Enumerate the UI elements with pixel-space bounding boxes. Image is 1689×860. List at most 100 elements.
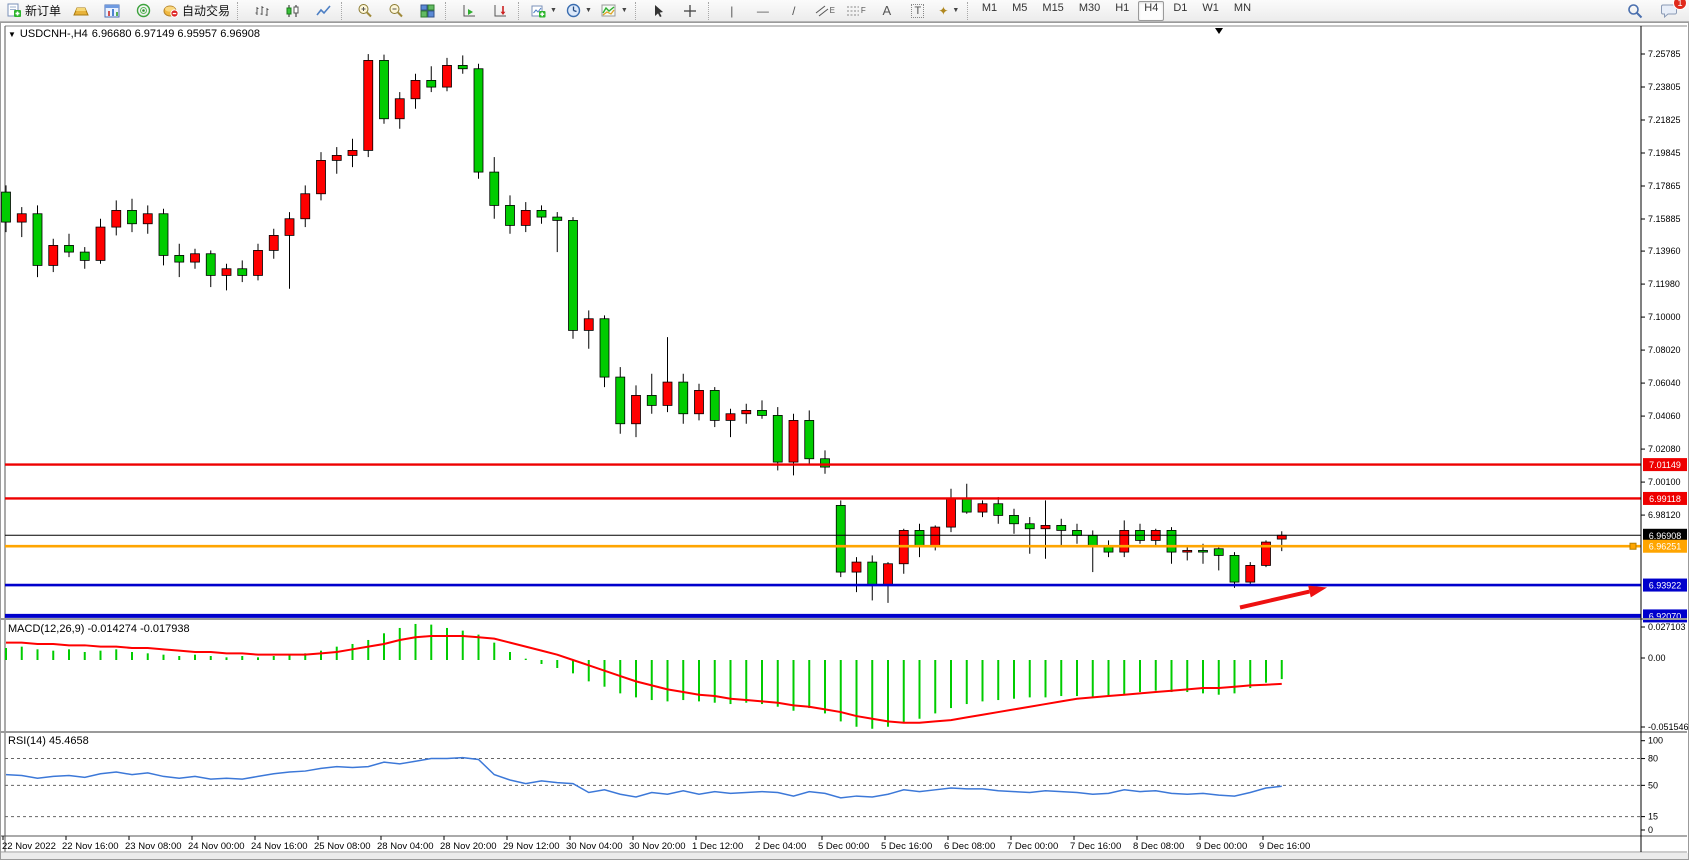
date-tick-label: 7 Dec 00:00 <box>1007 841 1058 852</box>
indicators-icon <box>601 4 617 18</box>
plot-background <box>5 26 1641 852</box>
new-chart-icon <box>531 4 546 18</box>
autotrade-button[interactable]: 自动交易 <box>159 0 234 22</box>
chevron-down-icon: ▼ <box>585 7 592 14</box>
cursor-tool-button[interactable] <box>644 0 674 22</box>
candle-body <box>1167 530 1176 552</box>
crosshair-icon <box>683 4 697 18</box>
candle-body <box>191 254 200 262</box>
text-label-icon: T <box>911 4 924 18</box>
date-tick-label: 24 Nov 00:00 <box>188 841 245 852</box>
price-tick-label: 7.04060 <box>1648 411 1681 421</box>
notifications-button[interactable]: 1 <box>1654 0 1684 22</box>
candle-body <box>443 65 452 87</box>
candle-body <box>742 410 751 413</box>
timeframe-button-d1[interactable]: D1 <box>1167 1 1193 21</box>
collapse-triangle-icon[interactable]: ▼ <box>8 30 16 39</box>
vertical-line-tool-button[interactable]: | <box>717 0 747 22</box>
date-tick-label: 8 Dec 08:00 <box>1133 841 1184 852</box>
candle-body <box>65 245 74 252</box>
line-chart-mode-button[interactable] <box>308 0 338 22</box>
timeframe-button-m1[interactable]: M1 <box>976 1 1003 21</box>
search-button[interactable] <box>1620 0 1650 22</box>
timeframe-button-m15[interactable]: M15 <box>1036 1 1069 21</box>
timeframe-button-m5[interactable]: M5 <box>1006 1 1033 21</box>
new-order-button[interactable]: 新订单 <box>3 0 65 22</box>
timeframe-button-h1[interactable]: H1 <box>1109 1 1135 21</box>
candle-body <box>1104 547 1113 552</box>
chart-window-button[interactable] <box>97 0 127 22</box>
chevron-down-icon: ▼ <box>621 7 628 14</box>
candle-body <box>427 80 436 87</box>
candle-body <box>269 235 278 250</box>
rsi-axis-label: 15 <box>1648 812 1658 822</box>
toolbar-separator <box>967 2 973 20</box>
candle-body <box>332 155 341 160</box>
horizontal-line-icon: — <box>757 4 769 18</box>
candle-body <box>1183 550 1192 552</box>
fibonacci-tool-button[interactable]: F <box>841 0 871 22</box>
candle-body <box>112 210 121 227</box>
timeframe-button-mn[interactable]: MN <box>1228 1 1257 21</box>
price-tick-label: 7.25785 <box>1648 49 1681 59</box>
signals-button[interactable] <box>128 0 158 22</box>
candle-body <box>584 319 593 331</box>
profiles-button[interactable]: ▼ <box>562 0 596 22</box>
orange-line-handle[interactable] <box>1630 543 1636 549</box>
auto-scroll-button[interactable] <box>454 0 484 22</box>
candle-body <box>679 382 688 414</box>
toolbar-separator <box>445 2 451 20</box>
new-chart-button[interactable]: ▼ <box>527 0 561 22</box>
zoom-in-button[interactable] <box>350 0 380 22</box>
fibonacci-icon <box>846 4 861 18</box>
candle-body <box>915 530 924 545</box>
zoom-out-button[interactable] <box>381 0 411 22</box>
tile-windows-button[interactable] <box>412 0 442 22</box>
chart-shift-button[interactable] <box>485 0 515 22</box>
candle-body <box>206 254 215 276</box>
channel-tool-button[interactable]: E <box>810 0 840 22</box>
text-tool-button[interactable]: A <box>872 0 902 22</box>
candle-body <box>348 150 357 155</box>
mt4-terminal: { "toolbar": { "new_order_label": "新订单",… <box>0 0 1689 860</box>
bar-chart-mode-button[interactable] <box>246 0 276 22</box>
zoom-out-icon <box>388 3 404 18</box>
candle-body <box>852 562 861 572</box>
trendline-tool-button[interactable]: / <box>779 0 809 22</box>
candle-body <box>1010 515 1019 523</box>
candle-body <box>821 459 830 467</box>
candle-body <box>521 210 530 225</box>
arrows-tool-button[interactable]: ✦ ▼ <box>934 0 964 22</box>
date-tick-label: 6 Dec 08:00 <box>944 841 995 852</box>
candle-body <box>805 420 814 458</box>
candle-body <box>758 410 767 415</box>
candle-body <box>128 210 137 223</box>
candle-body <box>380 60 389 118</box>
crosshair-tool-button[interactable] <box>675 0 705 22</box>
timeframe-button-m30[interactable]: M30 <box>1073 1 1106 21</box>
candle-body <box>947 499 956 527</box>
toolbar-separator <box>708 2 714 20</box>
timeframe-button-w1[interactable]: W1 <box>1196 1 1225 21</box>
horizontal-line-tool-button[interactable]: — <box>748 0 778 22</box>
timeframe-button-h4[interactable]: H4 <box>1138 1 1164 21</box>
candlestick-mode-button[interactable] <box>277 0 307 22</box>
price-line-label: 7.01149 <box>1649 460 1681 470</box>
text-label-tool-button[interactable]: T <box>903 0 933 22</box>
candle-body <box>663 382 672 405</box>
price-line-label: 6.96908 <box>1649 531 1682 541</box>
candle-body <box>884 564 893 586</box>
bar-chart-icon <box>254 4 269 18</box>
indicators-button[interactable]: ▼ <box>597 0 632 22</box>
chart-canvas[interactable]: 7.257857.238057.218257.198457.178657.158… <box>0 22 1689 860</box>
top-toolbar: 新订单 自动交易 ▼ ▼ <box>0 0 1689 22</box>
date-tick-label: 25 Nov 08:00 <box>314 841 371 852</box>
date-tick-label: 24 Nov 16:00 <box>251 841 308 852</box>
candle-body <box>569 220 578 330</box>
gold-button[interactable] <box>66 0 96 22</box>
candle-body <box>411 80 420 98</box>
candle-body <box>616 377 625 424</box>
price-tick-label: 7.00100 <box>1648 477 1681 487</box>
candle-body <box>695 390 704 413</box>
candle-body <box>33 214 42 266</box>
